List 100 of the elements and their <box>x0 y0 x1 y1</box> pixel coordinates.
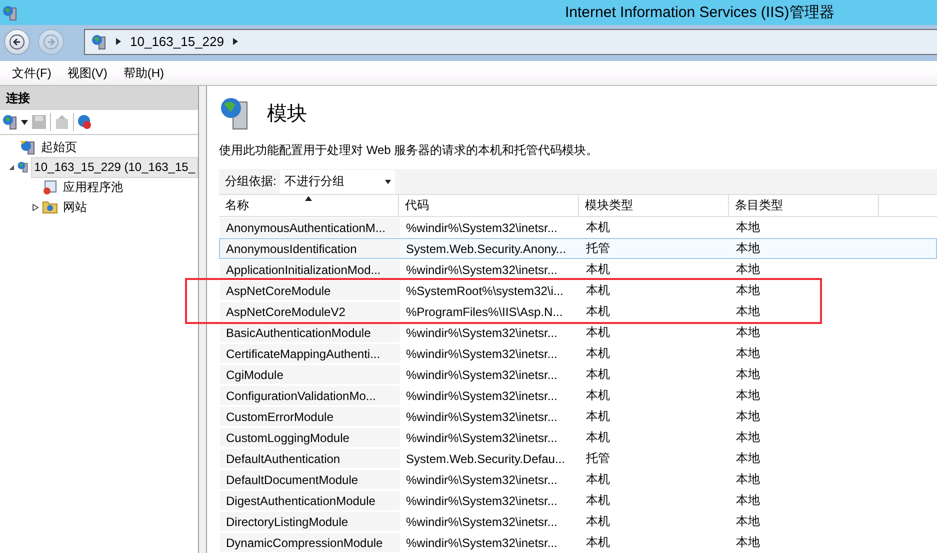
table-cell: BasicAuthenticationModule <box>220 323 400 342</box>
table-cell-text: System.Web.Security.Anony... <box>405 240 568 258</box>
table-cell: CgiModule <box>220 365 400 384</box>
arrow-icon[interactable] <box>232 38 239 45</box>
table-cell-text: %windir%\System32\inetsr... <box>405 492 558 510</box>
expander-icon[interactable] <box>32 204 38 210</box>
caret-icon <box>385 178 392 184</box>
table-row[interactable]: CustomErrorModule %windir%\System32\inetsr... 本机 本地 <box>219 406 937 427</box>
table-cell-text: 本机 <box>585 471 611 488</box>
tree-item[interactable]: 10_163_15_229 (10_163_15_ <box>31 156 198 178</box>
table-row[interactable]: DefaultDocumentModule %windir%\System32\inetsr... 本机 本地 <box>219 469 937 490</box>
table-cell-text: %windir%\System32\inetsr... <box>405 262 558 278</box>
table-cell-text: %windir%\System32\inetsr... <box>405 366 558 384</box>
table-cell-text: %ProgramFiles%\IIS\Asp.N... <box>405 304 564 320</box>
table-cell: CustomLoggingModule <box>220 428 400 447</box>
table-cell-text: 本机 <box>585 408 611 425</box>
table-cell-text: 本机 <box>585 387 611 404</box>
table-cell-text: %windir%\System32\inetsr... <box>405 514 558 530</box>
table-cell-text: %windir%\System32\inetsr... <box>405 430 558 446</box>
table-cell: DefaultAuthentication <box>220 449 400 468</box>
table-row[interactable]: CustomLoggingModule %windir%\System32\inetsr... 本机 本地 <box>219 427 937 448</box>
expander-icon[interactable] <box>8 164 16 170</box>
tree-item[interactable]: 应用程序池 <box>60 176 126 198</box>
table-cell-text: 本地 <box>735 303 761 320</box>
tree-item[interactable]: 网站 <box>60 196 90 218</box>
page-title: 模块 <box>267 102 307 126</box>
page-description: 使用此功能配置用于处理对 Web 服务器的请求的本机和托管代码模块。 <box>219 142 600 159</box>
table-row[interactable]: ApplicationInitializationMod... %windir%\System32\inetsr... 本机 本地 <box>219 259 937 280</box>
table-cell-text: 本地 <box>735 282 761 299</box>
table-cell-text: 本地 <box>735 471 761 488</box>
app-icon <box>2 4 18 20</box>
table-cell: AnonymousAuthenticationM... <box>220 218 400 237</box>
table-cell-text: System.Web.Security.Defau... <box>405 450 566 468</box>
table-cell-text: 本地 <box>735 492 761 509</box>
table-cell-text: 本机 <box>585 282 611 299</box>
table-row[interactable]: AspNetCoreModuleV2 %ProgramFiles%\IIS\Asp.N... 本机 本地 <box>219 301 820 322</box>
table-cell-text: %windir%\System32\inetsr... <box>405 346 558 362</box>
start-page-icon <box>20 139 36 155</box>
table-cell-text: 本机 <box>585 534 611 551</box>
table-row[interactable]: DirectoryListingModule %windir%\System32\inetsr... 本机 本地 <box>219 511 937 532</box>
table-cell: DefaultDocumentModule <box>220 470 400 489</box>
table-cell-text: %windir%\System32\inetsr... <box>405 534 558 552</box>
arrow-icon[interactable] <box>115 38 122 45</box>
table-cell: CustomErrorModule <box>220 407 400 426</box>
table-row[interactable]: AnonymousAuthenticationM... %windir%\System32\inetsr... 本机 本地 <box>219 217 937 238</box>
table-cell-text: %windir%\System32\inetsr... <box>405 388 558 404</box>
table-cell-text: %windir%\System32\inetsr... <box>405 220 558 236</box>
table-cell-text: 本地 <box>735 408 761 425</box>
table-cell-text: %windir%\System32\inetsr... <box>405 472 558 488</box>
menu-item[interactable]: 视图(V) <box>61 64 114 82</box>
table-cell-text: 本地 <box>735 387 761 404</box>
group-dropdown[interactable]: 不进行分组 <box>280 170 396 194</box>
table-cell-text: 本机 <box>585 429 611 446</box>
table-row[interactable]: CertificateMappingAuthenti... %windir%\System32\inetsr... 本机 本地 <box>219 343 937 364</box>
table-cell: DynamicCompressionModule <box>220 533 400 552</box>
table-cell: ConfigurationValidationMo... <box>220 386 400 405</box>
table-row[interactable]: AspNetCoreModule %SystemRoot%\system32\i... 本机 本地 <box>219 280 820 301</box>
table-row[interactable]: DigestAuthenticationModule %windir%\System32\inetsr... 本机 本地 <box>219 490 937 511</box>
disconnect-icon[interactable] <box>77 114 93 130</box>
group-label: 分组依据: <box>225 173 276 190</box>
menu-item[interactable]: 文件(F) <box>6 64 58 82</box>
panel-title: 连接 <box>6 90 30 106</box>
table-row[interactable]: BasicAuthenticationModule %windir%\System32\inetsr... 本机 本地 <box>219 322 937 343</box>
table-cell-text: 本地 <box>735 513 761 530</box>
table-row[interactable]: DynamicCompressionModule %windir%\System32\inetsr... 本机 本地 <box>219 532 937 553</box>
connect-icon <box>2 114 18 130</box>
table-cell-text: 本机 <box>585 324 611 341</box>
table-cell-text: 本机 <box>585 303 611 320</box>
table-cell: CertificateMappingAuthenti... <box>220 344 400 363</box>
table-cell-text: 本机 <box>585 219 611 236</box>
table-cell-text: %windir%\System32\inetsr... <box>405 408 558 426</box>
table-cell-text: 本机 <box>585 261 611 278</box>
table-cell-text: 托管 <box>585 450 611 467</box>
table-cell-text: 本机 <box>585 345 611 362</box>
table-cell: AspNetCoreModuleV2 <box>220 302 400 321</box>
tree-item[interactable]: 起始页 <box>38 136 80 158</box>
table-cell-text: 本地 <box>735 450 761 467</box>
folder-icon <box>42 200 58 214</box>
globe-server-icon <box>17 159 30 175</box>
table-row[interactable]: AnonymousIdentification System.Web.Security.Anony... 托管 本地 <box>219 238 937 259</box>
table-row[interactable]: ConfigurationValidationMo... %windir%\System32\inetsr... 本机 本地 <box>219 385 937 406</box>
table-cell: DigestAuthenticationModule <box>220 491 400 510</box>
menu-item[interactable]: 帮助(H) <box>117 64 170 82</box>
table-cell-text: 本地 <box>735 366 761 383</box>
table-cell: DirectoryListingModule <box>220 512 400 531</box>
table-row[interactable]: CgiModule %windir%\System32\inetsr... 本机 本地 <box>219 364 937 385</box>
breadcrumb[interactable]: 10_163_15_229 <box>130 34 224 49</box>
back-button[interactable] <box>4 28 30 54</box>
address-field[interactable]: 10_163_15_229 <box>84 28 937 54</box>
table-cell-text: 本地 <box>735 219 761 236</box>
table-cell-text: 托管 <box>585 240 611 257</box>
table-cell-text: %windir%\System32\inetsr... <box>405 324 558 342</box>
table-cell-text: 本地 <box>735 429 761 446</box>
table-cell: AspNetCoreModule <box>220 281 400 300</box>
table-cell-text: 本地 <box>735 240 761 257</box>
table-cell: AnonymousIdentification <box>220 239 400 258</box>
table-cell-text: 本地 <box>735 345 761 362</box>
table-row[interactable]: DefaultAuthentication System.Web.Security.Defau... 托管 本地 <box>219 448 937 469</box>
caret-icon[interactable] <box>21 118 28 126</box>
table-cell-text: 本地 <box>735 324 761 341</box>
